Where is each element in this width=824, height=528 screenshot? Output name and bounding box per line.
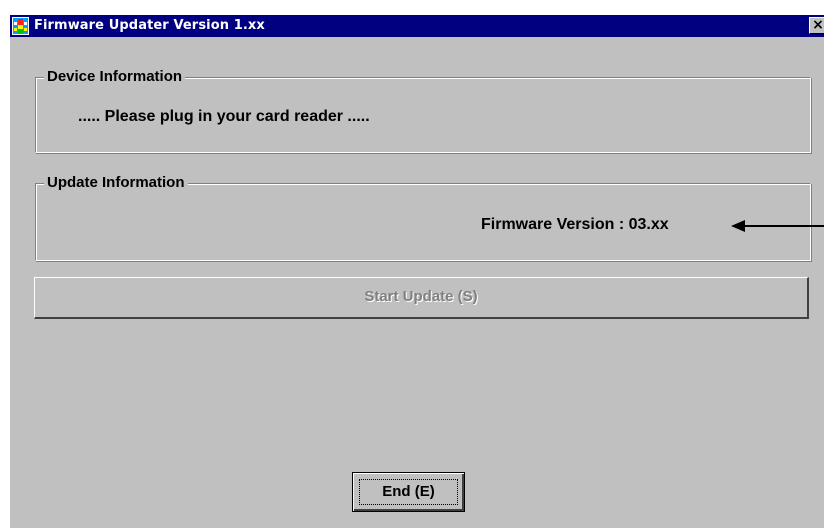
title-bar[interactable]: Firmware Updater Version 1.xx × [10,15,824,37]
start-update-label: Start Update (S) [364,288,478,305]
update-information-group: Update Information Firmware Version : 03… [35,174,811,261]
firmware-version-text: Firmware Version : 03.xx [481,216,669,233]
start-update-button[interactable]: Start Update (S) [34,277,809,319]
close-button[interactable]: × [809,17,824,34]
update-information-label: Update Information [44,174,188,191]
device-status-message: ..... Please plug in your card reader ..… [78,108,370,125]
end-label: End (E) [382,483,435,500]
focus-rectangle: End (E) [359,479,458,505]
arrow-left-icon [731,220,824,232]
firmware-updater-icon [12,17,29,35]
device-information-label: Device Information [44,68,186,85]
close-icon: × [812,17,824,33]
updater-window: Firmware Updater Version 1.xx × Device I… [10,15,824,528]
device-information-group: Device Information ..... Please plug in … [35,68,811,153]
window-title: Firmware Updater Version 1.xx [34,18,265,33]
end-button[interactable]: End (E) [352,472,465,512]
